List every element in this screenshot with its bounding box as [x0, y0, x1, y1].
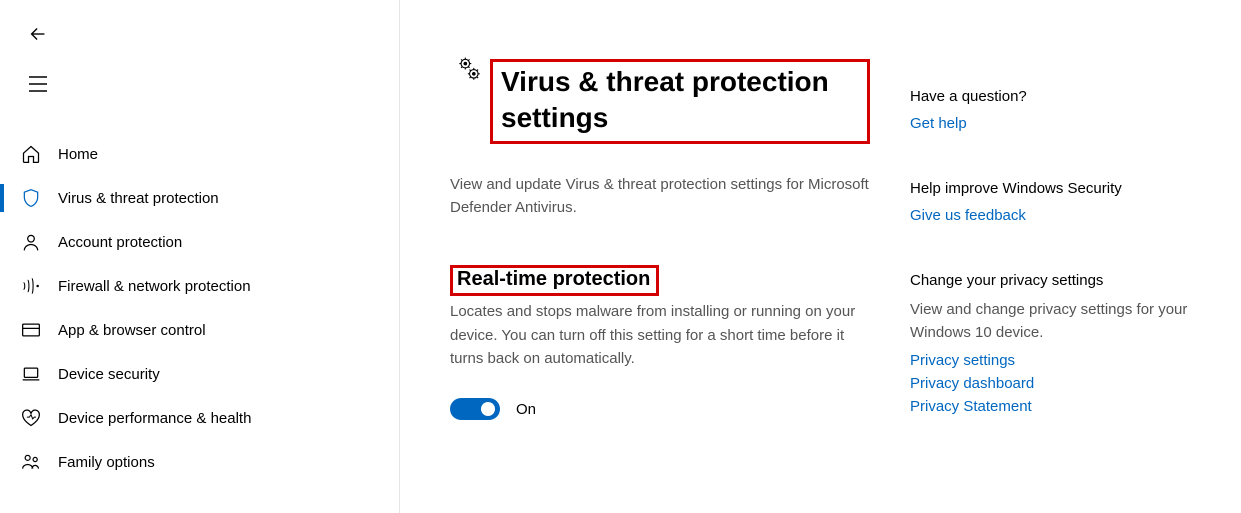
- sidebar-item-label: Home: [58, 146, 98, 163]
- laptop-icon: [21, 364, 41, 384]
- realtime-toggle-label: On: [516, 401, 536, 418]
- menu-button[interactable]: [18, 64, 58, 104]
- family-icon: [21, 452, 41, 472]
- aside-privacy-description: View and change privacy settings for you…: [910, 299, 1230, 344]
- sidebar-item-account[interactable]: Account protection: [0, 220, 399, 264]
- sidebar: Home Virus & threat protection Account p…: [0, 0, 400, 513]
- privacy-statement-link[interactable]: Privacy Statement: [910, 398, 1230, 415]
- home-icon: [21, 144, 41, 164]
- section-realtime: Real-time protection Locates and stops m…: [450, 265, 870, 420]
- back-button[interactable]: [18, 14, 58, 54]
- gears-icon: [450, 50, 484, 84]
- sidebar-item-virus-threat[interactable]: Virus & threat protection: [0, 176, 399, 220]
- page-description: View and update Virus & threat protectio…: [450, 174, 870, 219]
- sidebar-item-firewall[interactable]: Firewall & network protection: [0, 264, 399, 308]
- sidebar-item-home[interactable]: Home: [0, 132, 399, 176]
- sidebar-item-label: Device security: [58, 366, 160, 383]
- aside-privacy-title: Change your privacy settings: [910, 272, 1230, 289]
- aside-question-title: Have a question?: [910, 88, 1230, 105]
- shield-icon: [21, 188, 41, 208]
- network-icon: [21, 276, 41, 296]
- arrow-left-icon: [27, 23, 49, 45]
- sidebar-item-device-security[interactable]: Device security: [0, 352, 399, 396]
- person-icon: [21, 232, 41, 252]
- aside-panel: Have a question? Get help Help improve W…: [910, 40, 1230, 513]
- sidebar-item-app-browser[interactable]: App & browser control: [0, 308, 399, 352]
- sidebar-item-device-performance[interactable]: Device performance & health: [0, 396, 399, 440]
- page-title: Virus & threat protection settings: [490, 59, 870, 144]
- sidebar-item-family[interactable]: Family options: [0, 440, 399, 484]
- aside-privacy: Change your privacy settings View and ch…: [910, 272, 1230, 415]
- privacy-settings-link[interactable]: Privacy settings: [910, 352, 1230, 369]
- section-description-realtime: Locates and stops malware from installin…: [450, 300, 870, 370]
- aside-improve-title: Help improve Windows Security: [910, 180, 1230, 197]
- nav-list: Home Virus & threat protection Account p…: [0, 132, 399, 484]
- get-help-link[interactable]: Get help: [910, 115, 1230, 132]
- window-icon: [21, 320, 41, 340]
- aside-question: Have a question? Get help: [910, 88, 1230, 132]
- realtime-toggle[interactable]: [450, 398, 500, 420]
- sidebar-item-label: Virus & threat protection: [58, 190, 219, 207]
- sidebar-item-label: Device performance & health: [58, 410, 251, 427]
- privacy-dashboard-link[interactable]: Privacy dashboard: [910, 375, 1230, 392]
- sidebar-item-label: Firewall & network protection: [58, 278, 251, 295]
- main-content: Virus & threat protection settings View …: [400, 0, 1241, 513]
- section-title-realtime: Real-time protection: [450, 265, 659, 296]
- give-feedback-link[interactable]: Give us feedback: [910, 207, 1230, 224]
- sidebar-item-label: App & browser control: [58, 322, 206, 339]
- aside-improve: Help improve Windows Security Give us fe…: [910, 180, 1230, 224]
- sidebar-item-label: Account protection: [58, 234, 182, 251]
- heart-icon: [21, 408, 41, 428]
- sidebar-item-label: Family options: [58, 454, 155, 471]
- hamburger-icon: [28, 76, 48, 92]
